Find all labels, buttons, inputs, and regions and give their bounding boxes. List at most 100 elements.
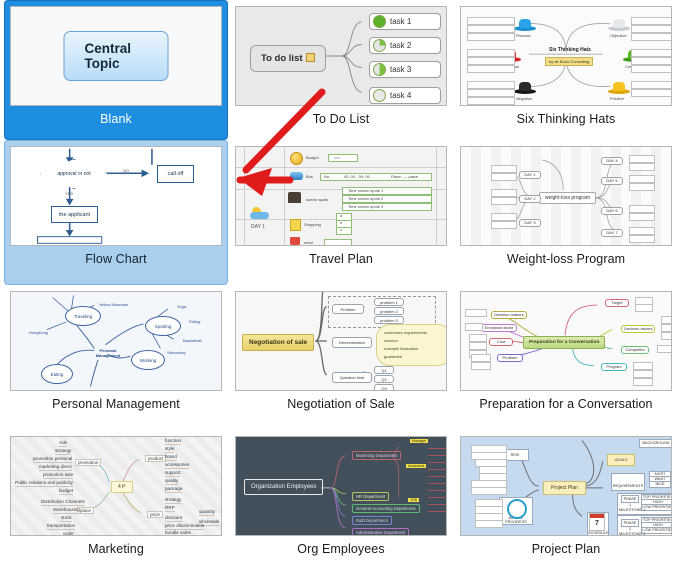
hats-center-subtitle: by de Bono Consulting (545, 57, 594, 66)
marketing-promotion-4: marketing direct (39, 464, 72, 471)
template-label-preparation-for-a-conversation: Preparation for a Conversation (479, 397, 653, 411)
org-badge-job: JOB (408, 498, 419, 502)
weather-icon (250, 207, 270, 219)
projectplan-node-goals: GOALS (607, 454, 635, 466)
projectplan-priority-low-2: LOW PRIORITIES (641, 527, 671, 534)
template-tile-weight-loss-program[interactable]: weight-loss program DAY 1 DAY 2 DAY 3 DA… (454, 140, 678, 285)
hat-icon-negative (514, 80, 536, 94)
marketing-product-7: package (165, 486, 183, 493)
personal-leaf-swimming: Swimming (167, 350, 186, 355)
central-topic-node: Central Topic (63, 31, 169, 81)
marketing-place-2: Warehousing (53, 507, 80, 514)
template-tile-blank[interactable]: Central Topic Blank (4, 0, 228, 140)
weightloss-center-node: weight-loss program (539, 192, 597, 204)
weightloss-branch-5: DAY 5 (601, 177, 623, 185)
marketing-price-3: discount (165, 515, 183, 522)
personal-node-eating: Eating (41, 364, 73, 384)
coin-icon (290, 152, 303, 165)
scenic-icon (288, 192, 301, 203)
travel-bus-field-time: 00: 00 - 00: 00 (344, 174, 370, 179)
preparation-branch-cost: Cost (489, 338, 513, 346)
marketing-place-1: Distribution Channels (41, 499, 85, 506)
template-label-negotiation-of-sale: Negotiation of Sale (287, 397, 395, 411)
template-label-blank: Blank (100, 112, 132, 126)
todo-task-3: task 3 (369, 61, 441, 78)
weightloss-branch-2: DAY 2 (519, 195, 541, 203)
weightloss-branch-1: DAY 1 (519, 171, 541, 179)
todo-task-2: task 2 (369, 37, 441, 54)
marketing-price-6: price discrimination (165, 523, 205, 530)
template-tile-preparation-for-a-conversation[interactable]: Preparation for a Conversation Target De… (454, 285, 678, 430)
thumbnail-project-plan[interactable]: Project Plan RISK GOALS REQUIREMENTS ACT… (460, 436, 672, 536)
personal-leaf-yellow-mountain: Yellow Mountain (99, 302, 128, 307)
hat-icon-positive (608, 80, 630, 94)
pie-25-icon (373, 39, 386, 52)
shopping-bag-icon (290, 219, 301, 231)
marketing-promotion-6: Public relations and publicity (15, 480, 73, 487)
org-badge-assistants: Assistants (406, 464, 427, 468)
thumbnail-blank[interactable]: Central Topic (10, 6, 222, 106)
thumbnail-negotiation-of-sale[interactable]: Negotiation of sale Problem problem 1 pr… (235, 291, 447, 391)
template-tile-project-plan[interactable]: Project Plan RISK GOALS REQUIREMENTS ACT… (454, 430, 678, 563)
preparation-branch-program: Program (601, 363, 627, 371)
org-dept-rd: R&D Department (352, 516, 392, 525)
marketing-price-7: bundle sales (165, 530, 191, 535)
marketing-branch-price: price (147, 511, 163, 518)
travel-row-label-scenic: scenic spots (306, 197, 329, 202)
todo-task-3-label: task 3 (390, 65, 412, 74)
marketing-promotion-3: promotion personal (33, 456, 73, 463)
org-center-node: Organization Employees (244, 479, 324, 495)
preparation-branch-competitor: Competitor (621, 346, 649, 354)
marketing-price-1: strategy (165, 497, 182, 504)
flow-calloff-node: call off (157, 165, 194, 183)
template-tile-negotiation-of-sale[interactable]: Negotiation of sale Problem problem 1 pr… (229, 285, 453, 430)
org-dept-hr: HR Department (352, 492, 390, 501)
travel-budget-value: xxx (334, 155, 340, 160)
thumbnail-travel-plan[interactable]: DAY 1 Budget xxx Bus No. 00: 00 - 00: 00… (235, 146, 447, 246)
template-tile-flow-chart[interactable]: approval or not call off the applicant N… (4, 140, 228, 285)
personal-leaf-riding: Riding (189, 319, 201, 324)
travel-scenic-item-1: Time scenic spots 1 (348, 188, 384, 193)
template-tile-personal-management[interactable]: Traveling Sporting Eating Working Person… (4, 285, 228, 430)
preparation-center-node: Preparation for a Conversation (523, 336, 606, 349)
thumbnail-personal-management[interactable]: Traveling Sporting Eating Working Person… (10, 291, 222, 391)
preparation-branch-problem: Problem (497, 354, 523, 362)
projectplan-phase-2: PHASE 2 (621, 519, 639, 531)
thumbnail-flow-chart[interactable]: approval or not call off the applicant N… (10, 146, 222, 246)
calendar-icon: 7 (589, 513, 605, 531)
bus-icon (290, 172, 303, 180)
personal-leaf-basketball: Basketball (183, 338, 202, 343)
marketing-product-4: accessories (165, 462, 190, 469)
thumbnail-org-employees[interactable]: Organization Employees Marketing Departm… (235, 436, 447, 536)
todo-task-2-label: task 2 (390, 41, 412, 50)
marketing-product-2: style (165, 446, 175, 453)
template-label-flow-chart: Flow Chart (85, 252, 147, 266)
travel-day-label: DAY 1 (251, 224, 265, 230)
thumbnail-weight-loss-program[interactable]: weight-loss program DAY 1 DAY 2 DAY 3 DA… (460, 146, 672, 246)
negotiation-branch-problem: Problem (332, 304, 364, 314)
travel-shopping-item-a: a (340, 213, 343, 218)
template-tile-org-employees[interactable]: Organization Employees Marketing Departm… (229, 430, 453, 563)
hat-label-positive: Positive (610, 96, 625, 101)
flow-edge-label-no: NO (123, 168, 129, 173)
marketing-promotion-1: Ads (59, 440, 67, 447)
personal-node-sporting: Sporting (145, 316, 181, 336)
negotiation-q2: Q2 (374, 375, 394, 383)
negotiation-branch-question-time: Question time (332, 372, 372, 383)
template-tile-marketing[interactable]: 4 P promotion product place price Ads st… (4, 430, 228, 563)
projectplan-phase-1: PHASE 1 (621, 495, 639, 507)
negotiation-demo-2: solution (384, 338, 398, 343)
thumbnail-preparation-for-a-conversation[interactable]: Preparation for a Conversation Target De… (460, 291, 672, 391)
negotiation-center-node: Negotiation of sale (242, 334, 315, 351)
thumbnail-marketing[interactable]: 4 P promotion product place price Ads st… (10, 436, 222, 536)
template-tile-six-thinking-hats[interactable]: Process Objective Emotional Creative Neg… (454, 0, 678, 140)
marketing-product-5: support (165, 470, 181, 477)
template-tile-todo-list[interactable]: To do list task 1 task 2 task 3 task 4 T… (229, 0, 453, 140)
negotiation-demo-3: example illustration (384, 346, 419, 351)
thumbnail-six-thinking-hats[interactable]: Process Objective Emotional Creative Neg… (460, 6, 672, 106)
marketing-place-5: order (63, 531, 74, 536)
template-label-weight-loss-program: Weight-loss Program (506, 252, 626, 266)
template-tile-travel-plan[interactable]: DAY 1 Budget xxx Bus No. 00: 00 - 00: 00… (229, 140, 453, 285)
marketing-place-3: stock (61, 515, 72, 522)
thumbnail-todo-list[interactable]: To do list task 1 task 2 task 3 task 4 (235, 6, 447, 106)
